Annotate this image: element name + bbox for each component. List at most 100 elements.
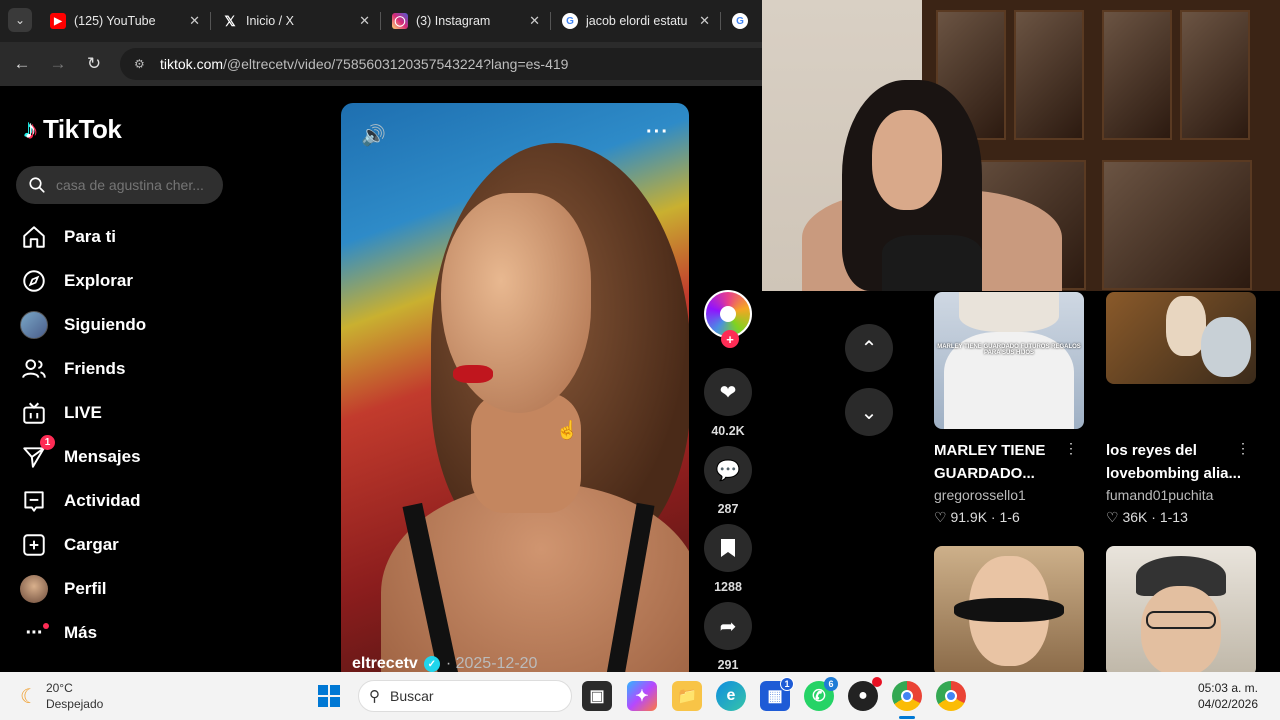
webcam-person-top [882,235,982,291]
more-options-icon[interactable]: ⋮ [1064,440,1078,457]
reload-button[interactable]: ↻ [82,52,106,76]
recommended-video-card[interactable]: ⋮ los reyes del lovebombing alia... fuma… [1106,292,1256,526]
video-author[interactable]: eltrecetv [352,655,418,673]
video-thumbnail[interactable] [1106,546,1256,676]
chrome-profile-icon[interactable] [936,681,966,711]
recommended-likes: 36K [1122,509,1148,525]
sidebar-item-cargar[interactable]: Cargar [20,523,146,567]
temperature: 20°C [45,681,73,695]
tab-google-jacob[interactable]: G jacob elordi estatu ✕ [552,6,720,36]
system-clock[interactable]: 05:03 a. m. 04/02/2026 [1198,680,1258,712]
share-count: 291 [717,658,739,672]
tab-x[interactable]: 𝕏 Inicio / X ✕ [212,6,380,36]
previous-video-button[interactable]: ⌃ [845,324,893,372]
weather-condition: Despejado [45,697,104,711]
chrome-icon[interactable] [892,681,922,711]
volume-icon[interactable]: 🔊 [361,123,386,148]
tab-divider [720,12,721,30]
recommended-author[interactable]: fumand01puchita [1106,487,1256,503]
video-thumbnail[interactable]: MARLEY TIENE GUARDADO FUTUROS REGALOS PA… [934,292,1084,429]
instagram-icon: ◯ [392,13,408,29]
weather-widget[interactable]: ☾ 20°C Despejado [20,680,103,712]
tab-instagram[interactable]: ◯ (3) Instagram ✕ [382,6,550,36]
following-avatar-icon [20,311,48,339]
recommended-video-card[interactable] [934,546,1084,676]
url-path: /@eltrecetv/video/7585603120357543224?la… [223,56,569,72]
more-options-icon[interactable]: ··· [646,121,669,144]
sidebar-item-live[interactable]: LIVE [20,391,146,435]
next-video-button[interactable]: ⌄ [845,388,893,436]
clock-date: 04/02/2026 [1197,697,1258,711]
forward-button[interactable]: → [46,52,70,76]
sidebar-item-friends[interactable]: Friends [20,347,146,391]
tab-divider [210,12,211,30]
video-thumbnail[interactable] [1106,292,1256,384]
sidebar-item-explorar[interactable]: Explorar [20,259,146,303]
obs-icon[interactable]: ● [848,677,882,711]
sidebar-item-mensajes[interactable]: 1 Mensajes [20,435,146,479]
tab-google-pe[interactable]: G pe [722,6,762,36]
store-icon[interactable]: ▦ 1 [760,677,794,711]
creator-avatar[interactable]: + [704,290,752,348]
arrow-right-icon: → [49,54,67,73]
sidebar-item-label: Actividad [64,491,141,510]
recommended-title[interactable]: los reyes del lovebombing alia... [1106,439,1246,485]
recommended-video-card[interactable] [1106,546,1256,676]
comment-button[interactable]: 💬 287 [704,446,752,516]
tab-divider [380,12,381,30]
google-icon: G [562,13,578,29]
recommended-video-card[interactable]: MARLEY TIENE GUARDADO FUTUROS REGALOS PA… [934,292,1084,526]
tab-label: (3) Instagram [416,14,491,28]
url-host: tiktok.com [160,56,224,72]
share-button[interactable]: ➦ 291 [704,602,752,672]
save-button[interactable]: 1288 [704,524,752,594]
video-player[interactable]: 🔊 ··· [341,103,689,683]
more-options-icon[interactable]: ⋮ [1236,440,1250,457]
friends-icon [20,355,48,383]
chevron-down-icon: ⌄ [14,13,26,27]
site-settings-icon[interactable]: ⚙ [134,57,148,71]
recommended-author[interactable]: gregorossello1 [934,487,1084,503]
edge-icon[interactable]: e [716,681,746,711]
sidebar-item-perfil[interactable]: Perfil [20,567,146,611]
sidebar-item-siguiendo[interactable]: Siguiendo [20,303,146,347]
like-button[interactable]: ❤ 40.2K [704,368,752,438]
active-app-indicator [899,716,915,719]
windows-taskbar: ☾ 20°C Despejado ⚲ Buscar ▣ ✦ 📁 e ▦ 1 ✆ 6 … [0,672,1280,720]
search-icon: ⚲ [369,688,380,705]
clock-time: 05:03 a. m. [1197,681,1258,695]
home-icon [20,223,48,251]
recording-dot [872,677,882,687]
sidebar-item-actividad[interactable]: Actividad [20,479,146,523]
task-view-icon[interactable]: ▣ [582,681,612,711]
video-thumbnail[interactable] [934,546,1084,676]
tab-youtube[interactable]: ▶ (125) YouTube ✕ [40,6,210,36]
tiktok-logo[interactable]: ♪ TikTok [24,114,122,145]
tiktok-wordmark: TikTok [43,114,122,144]
heart-outline-icon: ♡ [934,509,947,525]
copilot-icon[interactable]: ✦ [627,681,657,711]
close-icon[interactable]: ✕ [359,13,370,29]
sidebar-item-mas[interactable]: ··· Más [20,611,146,655]
recommended-stats: ♡ 91.9K · 1-6 [934,509,1020,525]
close-icon[interactable]: ✕ [529,13,540,29]
x-icon: 𝕏 [222,13,238,29]
live-icon [20,399,48,427]
tab-search-button[interactable]: ⌄ [8,8,32,32]
windows-start-button[interactable] [314,681,344,711]
google-icon: G [732,13,748,29]
search-bar[interactable] [16,166,223,204]
follow-plus-icon[interactable]: + [721,330,739,348]
comment-count: 287 [717,502,739,516]
sidebar-item-label: LIVE [64,403,102,422]
search-input[interactable] [56,177,216,193]
recommended-title[interactable]: MARLEY TIENE GUARDADO... [934,439,1074,485]
close-icon[interactable]: ✕ [189,13,200,29]
back-button[interactable]: ← [10,52,34,76]
whatsapp-icon[interactable]: ✆ 6 [804,677,838,711]
tab-label: (125) YouTube [74,14,156,28]
file-explorer-icon[interactable]: 📁 [672,681,702,711]
sidebar-item-para-ti[interactable]: Para ti [20,215,146,259]
close-icon[interactable]: ✕ [699,13,710,29]
taskbar-search[interactable]: ⚲ Buscar [358,680,572,712]
